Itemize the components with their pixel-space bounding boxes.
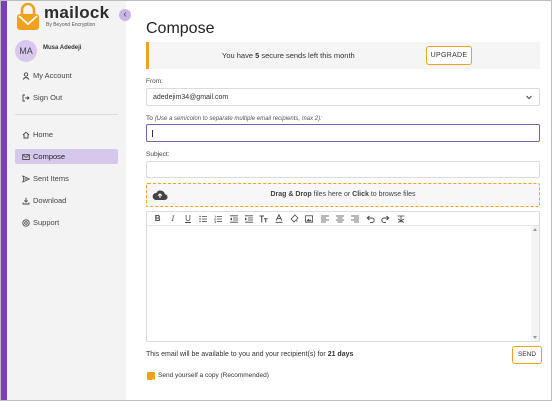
page-title: Compose xyxy=(146,20,215,37)
sidebar-item-my-account[interactable]: My Account xyxy=(15,68,118,83)
chevron-left-icon: ‹ xyxy=(123,9,127,20)
chevron-down-icon xyxy=(526,95,532,100)
collapse-sidebar-button[interactable]: ‹ xyxy=(119,9,131,21)
main-content: Compose You have 5 secure sends left thi… xyxy=(126,1,551,400)
banner-text: You have 5 secure sends left this month xyxy=(222,51,355,60)
send-copy-checkbox[interactable] xyxy=(147,372,155,384)
help-icon xyxy=(21,215,30,230)
text-color-icon[interactable] xyxy=(272,213,287,225)
sign-out-icon xyxy=(21,90,30,105)
mail-icon xyxy=(21,149,30,164)
brand-tagline: By Beyond Encryption xyxy=(46,22,96,28)
sidebar-item-label: Sent Items xyxy=(33,174,69,183)
sidebar-item-label: Sign Out xyxy=(33,93,63,102)
align-center-icon[interactable] xyxy=(332,213,347,225)
to-label: To (Use a semicolon to separate multiple… xyxy=(146,115,322,122)
sidebar-item-label: Home xyxy=(33,130,54,139)
redo-icon[interactable] xyxy=(378,213,393,225)
bold-icon[interactable]: B xyxy=(150,213,165,225)
file-dropzone[interactable]: Drag & Drop files here or Click to brows… xyxy=(146,183,540,207)
availability-notice: This email will be available to you and … xyxy=(146,351,354,358)
sidebar-item-sign-out[interactable]: Sign Out xyxy=(15,90,118,105)
message-editor: B I U xyxy=(146,211,540,342)
sidebar-divider xyxy=(15,114,118,115)
sidebar-item-home[interactable]: Home xyxy=(15,127,118,142)
clear-format-icon[interactable] xyxy=(393,213,408,225)
upgrade-button[interactable]: UPGRADE xyxy=(426,46,472,65)
mailock-logo-icon xyxy=(17,3,39,30)
font-size-icon[interactable] xyxy=(256,213,271,225)
from-value: adedejim34@gmail.com xyxy=(153,94,229,101)
check-icon xyxy=(148,378,155,384)
dropzone-text: Drag & Drop files here or Click to brows… xyxy=(270,191,416,198)
sidebar-item-label: Support xyxy=(33,218,60,227)
message-body-input[interactable] xyxy=(147,226,531,341)
underline-icon[interactable]: U xyxy=(180,213,195,225)
to-hint: (Use a semicolon to separate multiple em… xyxy=(154,116,322,122)
background-color-icon[interactable] xyxy=(287,213,302,225)
brand-name: mailock xyxy=(44,3,110,22)
sidebar-item-sent-items[interactable]: Sent Items xyxy=(15,171,118,186)
home-icon xyxy=(21,127,30,142)
send-icon xyxy=(21,171,30,186)
numbered-list-icon[interactable] xyxy=(211,213,226,225)
bullet-list-icon[interactable] xyxy=(196,213,211,225)
align-left-icon[interactable] xyxy=(317,213,332,225)
from-label: From: xyxy=(146,78,163,85)
text-cursor xyxy=(152,130,153,137)
outdent-icon[interactable] xyxy=(226,213,241,225)
download-icon xyxy=(21,193,30,208)
editor-scrollbar[interactable] xyxy=(531,226,539,341)
sidebar-item-label: My Account xyxy=(33,71,72,80)
user-name: Musa Adedeji xyxy=(43,45,82,51)
app-window: mailock By Beyond Encryption MA Musa Ade… xyxy=(0,0,552,401)
from-select[interactable]: adedejim34@gmail.com xyxy=(146,88,540,106)
editor-toolbar: B I U xyxy=(147,212,539,226)
sidebar-item-label: Compose xyxy=(33,152,66,161)
sidebar-item-download[interactable]: Download xyxy=(15,193,118,208)
user-icon xyxy=(21,68,30,83)
send-button[interactable]: SEND xyxy=(512,346,542,364)
sends-remaining-banner: You have 5 secure sends left this month … xyxy=(146,42,540,69)
availability-days: 21 days xyxy=(327,351,354,358)
sidebar: mailock By Beyond Encryption MA Musa Ade… xyxy=(7,1,126,400)
scroll-down-icon[interactable] xyxy=(533,336,537,339)
subject-input[interactable] xyxy=(146,161,540,178)
italic-icon[interactable]: I xyxy=(165,213,180,225)
align-right-icon[interactable] xyxy=(347,213,362,225)
scroll-up-icon[interactable] xyxy=(533,228,537,231)
image-icon[interactable] xyxy=(302,213,317,225)
sidebar-item-support[interactable]: Support xyxy=(15,215,118,230)
indent-icon[interactable] xyxy=(241,213,256,225)
undo-icon[interactable] xyxy=(363,213,378,225)
send-copy-label[interactable]: Send yourself a copy (Recommended) xyxy=(158,372,269,379)
subject-label: Subject: xyxy=(146,151,170,158)
to-input[interactable] xyxy=(146,124,540,142)
avatar[interactable]: MA xyxy=(15,40,37,62)
sidebar-item-compose[interactable]: Compose xyxy=(15,149,118,164)
sidebar-item-label: Download xyxy=(33,196,67,205)
